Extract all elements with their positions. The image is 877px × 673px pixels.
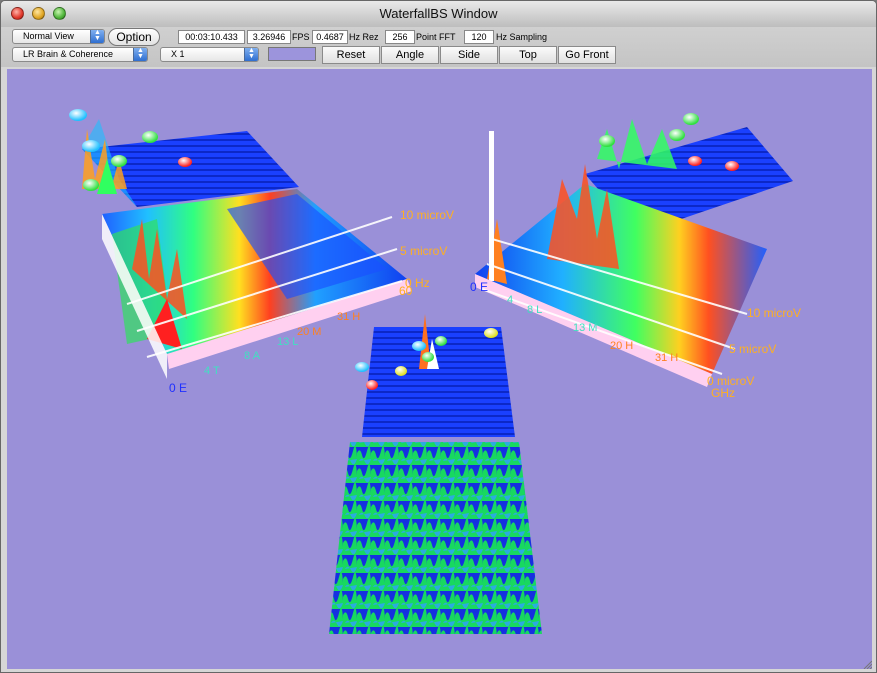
right-label-hi: 10 microV: [747, 306, 801, 320]
waterfall-svg: 10 microV 5 microV 0 Hz 60 0 E 10 microV…: [69, 109, 801, 634]
marker-ball: [83, 179, 99, 191]
stepper-icon: ▲ ▼: [90, 29, 104, 43]
marker-ball: [366, 380, 378, 390]
top-button[interactable]: Top: [499, 46, 557, 64]
marker-ball: [355, 362, 369, 372]
view-select-value: Normal View: [23, 31, 74, 41]
view-select[interactable]: Normal View ▲ ▼: [12, 29, 105, 44]
right-band-1: 4: [507, 294, 513, 306]
marker-ball: [725, 161, 739, 171]
fps-field[interactable]: 3.26946: [247, 30, 291, 44]
marker-ball: [178, 157, 192, 167]
bottom-waterfall-surface: [329, 442, 542, 634]
sampling-label: Hz Sampling: [496, 32, 548, 42]
right-band-5: 31 H: [655, 352, 678, 364]
marker-ball: [688, 156, 702, 166]
right-label-mid: 5 microV: [729, 342, 776, 356]
angle-button[interactable]: Angle: [381, 46, 439, 64]
elapsed-time-field[interactable]: 00:03:10.433: [178, 30, 245, 44]
stepper-icon: ▲ ▼: [244, 47, 258, 61]
left-label-hi: 10 microV: [400, 208, 454, 222]
waterfall-3d-view[interactable]: 10 microV 5 microV 0 Hz 60 0 E 10 microV…: [7, 69, 872, 669]
resize-grip-icon[interactable]: [862, 659, 872, 669]
left-axis-zero: 0 E: [169, 381, 187, 395]
fps-label: FPS: [292, 32, 310, 42]
marker-ball: [69, 109, 87, 121]
app-window: WaterfallBS Window Normal View ▲ ▼ LR Bra…: [0, 0, 877, 673]
marker-ball: [669, 129, 685, 141]
left-band-2: 8 A: [244, 350, 261, 362]
fft-label: Point FFT: [416, 32, 456, 42]
marker-ball: [395, 366, 407, 376]
left-band-5: 31 H: [337, 311, 360, 323]
marker-ball: [599, 135, 615, 147]
side-button[interactable]: Side: [440, 46, 498, 64]
window-title: WaterfallBS Window: [379, 6, 498, 21]
marker-ball: [484, 328, 498, 338]
sampling-field[interactable]: 120: [464, 30, 494, 44]
right-band-3: 13 M: [573, 322, 597, 334]
marker-ball: [142, 131, 158, 143]
right-band-4: 20 H: [610, 340, 633, 352]
stepper-icon: ▲ ▼: [133, 47, 147, 61]
option-button[interactable]: Option: [108, 28, 160, 46]
left-label-mid: 5 microV: [400, 244, 447, 258]
marker-ball: [683, 113, 699, 125]
mode-select[interactable]: LR Brain & Coherence ▲ ▼: [12, 47, 148, 62]
left-band-3: 13 L: [277, 336, 298, 348]
hz-rez-field[interactable]: 0.4687: [312, 30, 348, 44]
color-swatch[interactable]: [268, 47, 316, 61]
marker-ball: [422, 352, 434, 362]
right-axis-zero: 0 E: [470, 280, 488, 294]
scale-select[interactable]: X 1 ▲ ▼: [160, 47, 259, 62]
go-front-button[interactable]: Go Front: [558, 46, 616, 64]
left-axis-end: 60: [399, 284, 413, 298]
mode-select-value: LR Brain & Coherence: [23, 49, 114, 59]
left-band-4: 20 M: [297, 326, 321, 338]
right-band-2: 8 L: [527, 304, 542, 316]
right-axis-end: GHz: [711, 386, 735, 400]
hz-rez-label: Hz Rez: [349, 32, 379, 42]
marker-ball: [82, 140, 100, 152]
reset-button[interactable]: Reset: [322, 46, 380, 64]
fft-field[interactable]: 256: [385, 30, 415, 44]
scale-select-value: X 1: [171, 49, 185, 59]
marker-ball: [111, 155, 127, 167]
marker-ball: [435, 336, 447, 346]
title-bar[interactable]: WaterfallBS Window: [1, 1, 876, 28]
left-band-1: 4 T: [204, 365, 220, 377]
marker-ball: [412, 341, 426, 351]
